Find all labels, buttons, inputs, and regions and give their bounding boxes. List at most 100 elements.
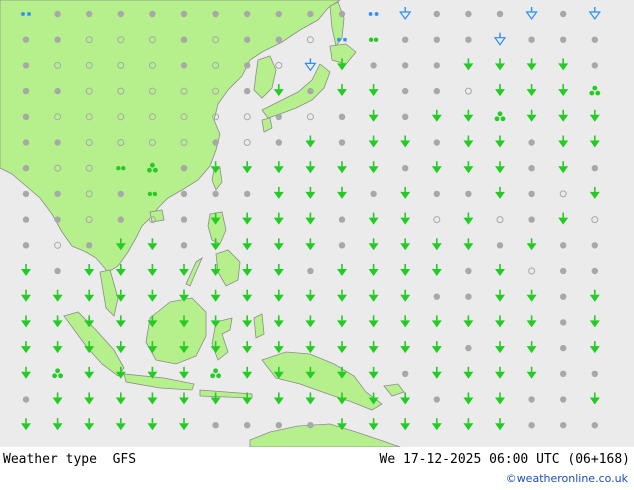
- cloudy-dot-icon: [402, 165, 409, 172]
- cloudy-dot-icon: [244, 87, 251, 95]
- cloudy-dot-icon: [528, 396, 535, 403]
- cloudy-dot-icon: [244, 422, 251, 429]
- cloudy-dot-icon: [338, 216, 346, 223]
- cloudy-dot-icon: [22, 62, 30, 69]
- cloudy-dot-icon: [117, 10, 125, 18]
- cloudy-dot-icon: [180, 36, 188, 43]
- cloudy-dot-icon: [433, 190, 440, 198]
- cloudy-dot-icon: [180, 216, 188, 223]
- cloudy-dot-icon: [591, 370, 598, 377]
- cloudy-dot-icon: [402, 370, 409, 377]
- cloudy-dot-icon: [528, 190, 535, 198]
- cloudy-dot-icon: [180, 62, 188, 69]
- cloudy-dot-icon: [212, 422, 219, 429]
- title-text: Weather type: [3, 452, 97, 467]
- cloudy-dot-icon: [433, 62, 440, 69]
- cloudy-dot-icon: [465, 10, 472, 18]
- cloudy-dot-icon: [22, 139, 30, 146]
- model-name: GFS: [112, 452, 137, 467]
- cloudy-dot-icon: [465, 36, 472, 43]
- cloudy-dot-icon: [54, 87, 61, 95]
- cloudy-dot-icon: [22, 242, 30, 249]
- cloudy-dot-icon: [22, 87, 30, 95]
- cloudy-dot-icon: [86, 242, 93, 249]
- cloudy-dot-icon: [338, 139, 346, 146]
- cloudy-dot-icon: [433, 87, 440, 95]
- hainan: [149, 209, 165, 223]
- cloudy-dot-icon: [591, 267, 598, 275]
- cloudy-dot-icon: [86, 10, 93, 18]
- cloudy-dot-icon: [307, 87, 314, 95]
- cloudy-dot-icon: [338, 10, 346, 18]
- cloudy-dot-icon: [149, 10, 156, 18]
- cloudy-dot-icon: [244, 10, 251, 18]
- cloudy-dot-icon: [591, 36, 598, 43]
- cloudy-dot-icon: [591, 242, 598, 249]
- cloudy-dot-icon: [402, 113, 409, 121]
- cloudy-dot-icon: [275, 36, 282, 43]
- cloudy-dot-icon: [22, 113, 30, 121]
- cloudy-dot-icon: [54, 139, 61, 146]
- cloudy-dot-icon: [117, 216, 125, 223]
- cloudy-dot-icon: [433, 139, 440, 146]
- cloudy-dot-icon: [212, 10, 219, 18]
- cloudy-dot-icon: [465, 293, 472, 300]
- cloudy-dot-icon: [180, 190, 188, 198]
- cloudy-dot-icon: [338, 242, 346, 249]
- cloudy-dot-icon: [22, 396, 30, 403]
- cloudy-dot-icon: [22, 216, 30, 223]
- valid-time: We 17-12-2025 06:00 UTC (06+168): [379, 452, 630, 467]
- weather-map: [0, 0, 634, 447]
- cloudy-dot-icon: [338, 113, 346, 121]
- cloudy-dot-icon: [180, 10, 188, 18]
- cloudy-dot-icon: [402, 36, 409, 43]
- cloudy-dot-icon: [528, 139, 535, 146]
- cloudy-dot-icon: [560, 396, 567, 403]
- cloudy-dot-icon: [560, 267, 567, 275]
- site-credit-link[interactable]: ©weatheronline.co.uk: [506, 472, 628, 485]
- cloudy-dot-icon: [402, 87, 409, 95]
- cloudy-dot-icon: [465, 267, 472, 275]
- halmahera: [253, 313, 265, 339]
- cloudy-dot-icon: [244, 36, 251, 43]
- cloudy-dot-icon: [54, 10, 61, 18]
- cloudy-dot-icon: [370, 190, 377, 198]
- cloudy-dot-icon: [496, 242, 504, 249]
- cloudy-dot-icon: [180, 242, 188, 249]
- cloudy-dot-icon: [54, 216, 61, 223]
- cloudy-dot-icon: [54, 267, 61, 275]
- cloudy-dot-icon: [307, 422, 314, 429]
- cloudy-dot-icon: [465, 344, 472, 352]
- cloudy-dot-icon: [22, 36, 30, 43]
- cloudy-dot-icon: [117, 190, 125, 198]
- cloudy-dot-icon: [560, 319, 567, 326]
- cloudy-dot-icon: [433, 396, 440, 403]
- map-title: Weather type GFS: [3, 452, 136, 467]
- cloudy-dot-icon: [180, 165, 188, 172]
- cloudy-dot-icon: [275, 10, 282, 18]
- cloudy-dot-icon: [591, 165, 598, 172]
- cloudy-dot-icon: [433, 293, 440, 300]
- cloudy-dot-icon: [307, 10, 314, 18]
- cloudy-dot-icon: [528, 165, 535, 172]
- cloudy-dot-icon: [212, 139, 219, 146]
- cloudy-dot-icon: [212, 190, 219, 198]
- cloudy-dot-icon: [528, 422, 535, 429]
- cloudy-dot-icon: [433, 36, 440, 43]
- footer-bar: Weather type GFS We 17-12-2025 06:00 UTC…: [0, 447, 634, 490]
- cloudy-dot-icon: [22, 190, 30, 198]
- cloudy-dot-icon: [496, 10, 504, 18]
- cloudy-dot-icon: [275, 422, 282, 429]
- cloudy-dot-icon: [560, 36, 567, 43]
- cloudy-dot-icon: [370, 62, 377, 69]
- cloudy-dot-icon: [54, 190, 61, 198]
- cloudy-dot-icon: [244, 190, 251, 198]
- cloudy-dot-icon: [22, 165, 30, 172]
- cloudy-dot-icon: [560, 10, 567, 18]
- cloudy-dot-icon: [560, 422, 567, 429]
- cloudy-dot-icon: [560, 293, 567, 300]
- cloudy-dot-icon: [402, 62, 409, 69]
- cloudy-dot-icon: [275, 139, 282, 146]
- cloudy-dot-icon: [591, 422, 598, 429]
- cloudy-dot-icon: [465, 190, 472, 198]
